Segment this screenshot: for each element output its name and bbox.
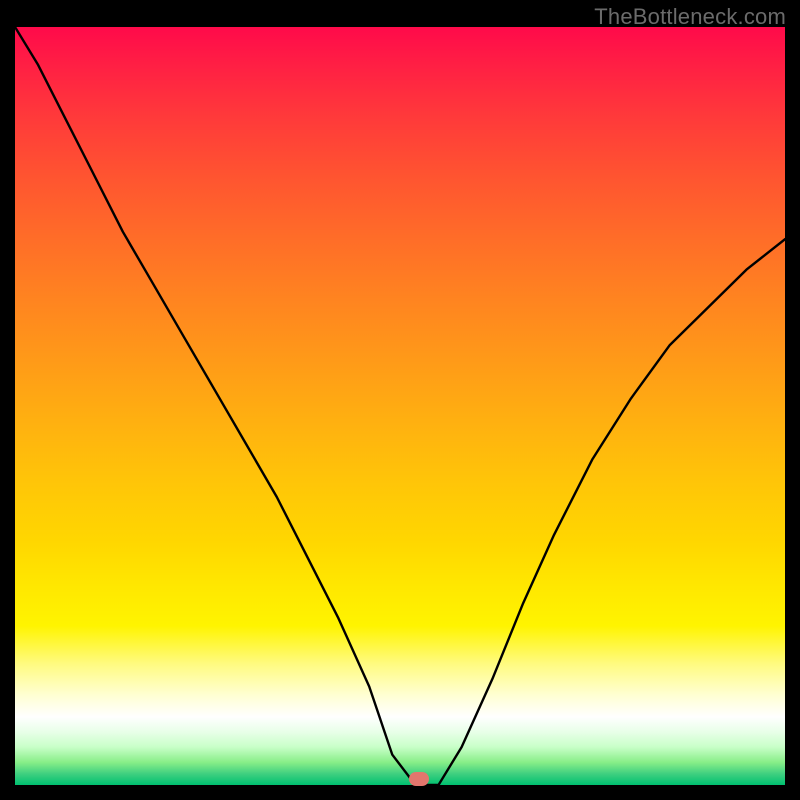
plot-gradient-background: [15, 27, 785, 785]
optimum-marker: [409, 772, 429, 786]
chart-container: TheBottleneck.com: [0, 0, 800, 800]
watermark-text: TheBottleneck.com: [594, 4, 786, 30]
